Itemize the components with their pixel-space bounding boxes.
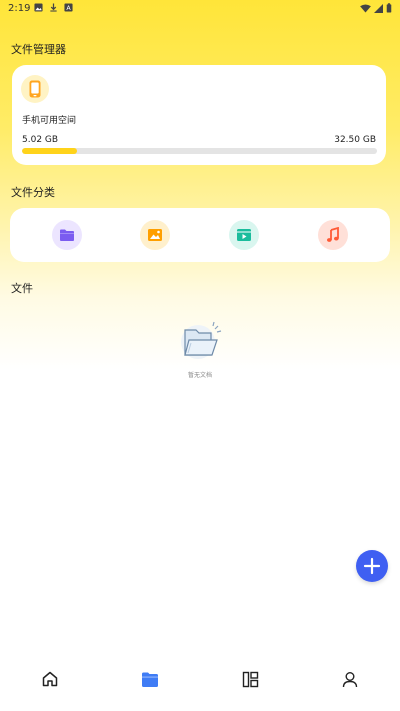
empty-text: 暂无文档: [187, 372, 212, 379]
used-size: 5.02 GB: [22, 135, 59, 145]
category-folder[interactable]: [52, 220, 82, 250]
status-bar: 2:19 A: [0, 0, 400, 18]
plus-icon: [363, 557, 381, 575]
status-left-icons: A: [34, 3, 73, 12]
categories-title: 文件分类: [11, 186, 55, 199]
image-icon: [34, 3, 43, 12]
files-title: 文件: [11, 282, 33, 295]
storage-label: 手机可用空间: [22, 116, 77, 126]
layout-icon: [242, 671, 258, 687]
bottom-nav: [0, 655, 400, 700]
video-icon: [237, 229, 251, 241]
empty-state: 暂无文档: [170, 320, 230, 379]
total-size: 32.50 GB: [334, 135, 376, 145]
battery-icon: [386, 3, 392, 13]
status-time: 2:19: [8, 3, 31, 14]
svg-text:A: A: [66, 5, 71, 12]
phone-badge: [21, 75, 49, 103]
status-right-icons: [360, 3, 392, 13]
folder-icon: [60, 229, 74, 241]
image-icon: [148, 229, 162, 241]
music-icon: [327, 227, 339, 242]
storage-progress-track: [22, 148, 377, 154]
category-image[interactable]: [140, 220, 170, 250]
wifi-icon: [360, 3, 371, 13]
app-icon: A: [64, 3, 73, 12]
nav-home[interactable]: [38, 667, 62, 691]
user-icon: [342, 671, 358, 687]
nav-profile[interactable]: [338, 667, 362, 691]
page-title: 文件管理器: [11, 43, 66, 56]
phone-icon: [29, 80, 41, 98]
home-icon: [42, 671, 58, 687]
nav-files[interactable]: [138, 667, 162, 691]
signal-icon: [374, 3, 383, 13]
nav-layout[interactable]: [238, 667, 262, 691]
empty-folder-icon: [181, 321, 222, 359]
download-icon: [50, 3, 57, 12]
category-video[interactable]: [229, 220, 259, 250]
storage-progress-fill: [22, 148, 77, 154]
folder-icon: [142, 672, 158, 687]
category-card: [10, 208, 390, 262]
category-music[interactable]: [318, 220, 348, 250]
add-button[interactable]: [356, 550, 388, 582]
storage-card[interactable]: 手机可用空间 5.02 GB 32.50 GB: [12, 65, 386, 165]
